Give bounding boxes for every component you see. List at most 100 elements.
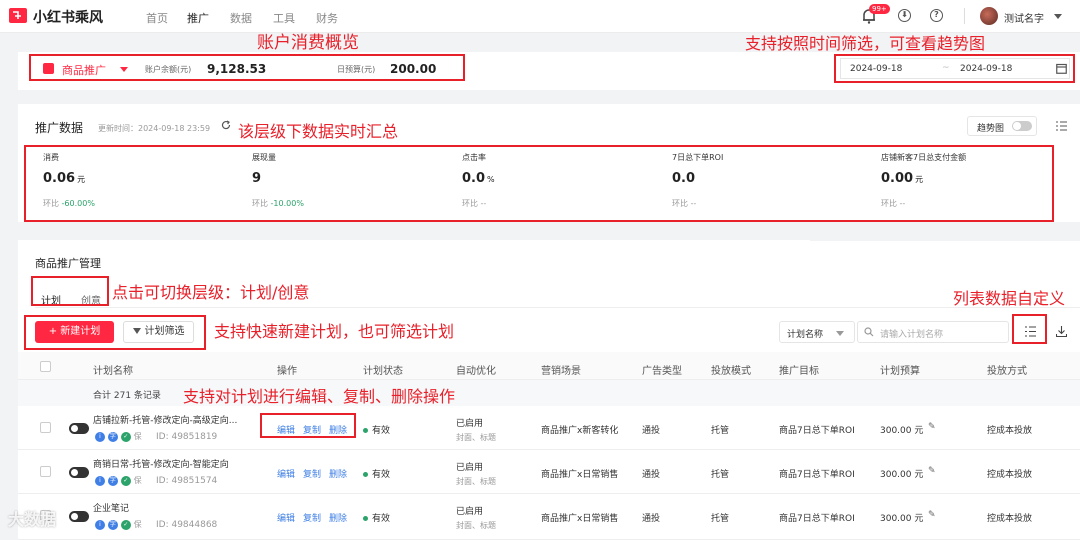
row-toggle[interactable] bbox=[69, 467, 89, 478]
service-icon[interactable]: ⬇ bbox=[898, 9, 911, 22]
col-mode[interactable]: 投放模式 bbox=[711, 362, 751, 377]
status-dot-icon bbox=[363, 516, 368, 521]
goal: 商品7日总下单ROI bbox=[779, 470, 855, 480]
download-icon[interactable] bbox=[1056, 326, 1067, 337]
col-auto-optimize[interactable]: 自动优化 bbox=[456, 362, 496, 377]
goal: 商品7日总下单ROI bbox=[779, 426, 855, 436]
delivery: 控成本投放 bbox=[987, 470, 1033, 480]
annotation-box-buttons bbox=[24, 315, 206, 350]
help-icon[interactable]: ? bbox=[930, 9, 943, 22]
info-icon: i bbox=[95, 431, 105, 442]
plan-tags: i 字 ✓ 保 bbox=[95, 475, 142, 486]
search-placeholder: 请输入计划名称 bbox=[880, 330, 944, 340]
col-status[interactable]: 计划状态 bbox=[363, 362, 403, 377]
mode: 托管 bbox=[711, 470, 730, 480]
col-delivery[interactable]: 投放方式 bbox=[987, 362, 1027, 377]
check-icon: ✓ bbox=[120, 475, 131, 486]
plan-status: 有效 bbox=[363, 467, 390, 480]
row-toggle[interactable] bbox=[69, 511, 89, 522]
info-icon: i bbox=[95, 519, 105, 530]
edit-pencil-icon[interactable]: ✎ bbox=[928, 466, 936, 476]
plan-name[interactable]: 店铺拉新-托管-修改定向-高级定向... bbox=[93, 413, 237, 426]
auto-optimize-sub: 封面、标题 bbox=[456, 433, 496, 442]
auto-optimize: 已启用 bbox=[456, 507, 484, 517]
plan-tags: i 字 ✓ 保 bbox=[95, 431, 142, 442]
col-budget[interactable]: 计划预算 bbox=[880, 362, 920, 377]
ad-type: 通投 bbox=[642, 514, 661, 524]
annotation-row-ops: 支持对计划进行编辑、复制、删除操作 bbox=[183, 387, 456, 406]
auto-optimize: 已启用 bbox=[456, 463, 484, 473]
scene: 商品推广x日常销售 bbox=[541, 514, 619, 524]
notification-badge: 99+ bbox=[869, 4, 890, 14]
annotation-realtime: 该层级下数据实时汇总 bbox=[238, 122, 399, 141]
row-checkbox[interactable] bbox=[40, 466, 51, 477]
list-settings-icon[interactable] bbox=[1056, 121, 1067, 131]
trend-label: 趋势图 bbox=[977, 124, 1005, 134]
ad-type: 通投 bbox=[642, 470, 661, 480]
annotation-box-stats bbox=[24, 145, 1054, 222]
goal: 商品7日总下单ROI bbox=[779, 514, 855, 524]
row-toggle[interactable] bbox=[69, 423, 89, 434]
watermark: 大数据 bbox=[8, 510, 57, 529]
scene: 商品推广x日常销售 bbox=[541, 470, 619, 480]
chevron-down-icon[interactable] bbox=[1054, 14, 1062, 19]
search-icon bbox=[864, 327, 874, 337]
auto-optimize-sub: 封面、标题 bbox=[456, 521, 496, 530]
scene: 商品推广x新客转化 bbox=[541, 426, 619, 436]
nav-finance[interactable]: 财务 bbox=[316, 10, 338, 26]
trend-switch[interactable] bbox=[1012, 121, 1032, 131]
auto-optimize: 已启用 bbox=[456, 419, 484, 429]
budget: 300.00 元 bbox=[880, 514, 924, 524]
chevron-down-icon[interactable] bbox=[836, 331, 844, 336]
nav-divider bbox=[964, 8, 965, 24]
nav-data[interactable]: 数据 bbox=[230, 10, 252, 26]
col-scene[interactable]: 营销场景 bbox=[541, 362, 581, 377]
char-icon: 字 bbox=[107, 431, 118, 442]
app-name: 小红书乘风 bbox=[33, 10, 103, 26]
user-name[interactable]: 测试名字 bbox=[1004, 10, 1044, 25]
annotation-new-plan: 支持快速新建计划，也可筛选计划 bbox=[214, 322, 455, 341]
row-checkbox[interactable] bbox=[40, 422, 51, 433]
mode: 托管 bbox=[711, 514, 730, 524]
delete-link[interactable]: 删除 bbox=[329, 467, 347, 480]
copy-link[interactable]: 复制 bbox=[303, 467, 321, 480]
plan-name[interactable]: 企业笔记 bbox=[93, 501, 129, 514]
char-icon: 字 bbox=[107, 519, 118, 530]
nav-promotion[interactable]: 推广 bbox=[187, 10, 209, 26]
plan-status: 有效 bbox=[363, 423, 390, 436]
total-count: 合计 271 条记录 bbox=[93, 391, 161, 401]
avatar[interactable] bbox=[980, 7, 998, 25]
stats-title: 推广数据 bbox=[35, 121, 84, 135]
card-gap bbox=[810, 230, 1080, 241]
total-row bbox=[18, 380, 1080, 406]
ad-type: 通投 bbox=[642, 426, 661, 436]
annotation-time-filter: 支持按照时间筛选，可查看趋势图 bbox=[745, 34, 986, 53]
logo-icon bbox=[9, 8, 27, 23]
nav-home[interactable]: 首页 bbox=[146, 10, 168, 26]
annotation-switch-level: 点击可切换层级：计划/创意 bbox=[112, 283, 310, 302]
refresh-icon[interactable] bbox=[221, 120, 231, 130]
annotation-box-actions bbox=[260, 413, 356, 438]
delete-link[interactable]: 删除 bbox=[329, 511, 347, 524]
nav-tools[interactable]: 工具 bbox=[273, 10, 295, 26]
plan-name[interactable]: 商销日常-托管-修改定向-智能定向 bbox=[93, 457, 229, 470]
check-icon: ✓ bbox=[120, 519, 131, 530]
annotation-box-date bbox=[834, 54, 1075, 83]
edit-pencil-icon[interactable]: ✎ bbox=[928, 510, 936, 520]
plan-id: ID: 49851819 bbox=[156, 432, 218, 442]
edit-pencil-icon[interactable]: ✎ bbox=[928, 422, 936, 432]
col-ad-type[interactable]: 广告类型 bbox=[642, 362, 682, 377]
info-icon: i bbox=[95, 475, 105, 486]
edit-link[interactable]: 编辑 bbox=[277, 511, 295, 524]
col-goal[interactable]: 推广目标 bbox=[779, 362, 819, 377]
plan-status: 有效 bbox=[363, 511, 390, 524]
search-field-label: 计划名称 bbox=[787, 330, 824, 340]
annotation-box-tabs bbox=[31, 276, 109, 306]
col-plan-name[interactable]: 计划名称 bbox=[93, 362, 133, 377]
tab-divider bbox=[35, 307, 1080, 308]
status-dot-icon bbox=[363, 472, 368, 477]
plan-tags: i 字 ✓ 保 bbox=[95, 519, 142, 530]
copy-link[interactable]: 复制 bbox=[303, 511, 321, 524]
select-all-checkbox[interactable] bbox=[40, 361, 51, 372]
edit-link[interactable]: 编辑 bbox=[277, 467, 295, 480]
